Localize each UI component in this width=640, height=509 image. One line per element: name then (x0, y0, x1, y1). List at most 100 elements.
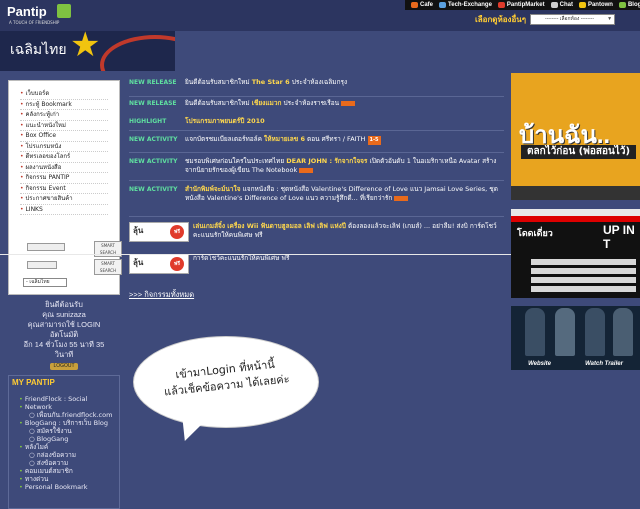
top-link-pantown[interactable]: Pantown (578, 2, 613, 8)
star-icon: ★ (70, 31, 101, 65)
room-title: เฉลิมไทย (10, 41, 67, 57)
ad3-buttons: Website Watch Trailer (511, 361, 640, 367)
logo-tagline: A TOUCH OF FRIENDSHIP (9, 20, 60, 25)
news-highlight: ให้หมายเลข 6 (264, 135, 305, 143)
news-highlight: สำนักพิมพ์จะม์นาใจ (185, 185, 241, 193)
score-badge: 1-5 (367, 136, 381, 145)
movie-ad-banner-1[interactable]: บ้านฉัน.. ตลกไว้ก่อน (พ่อสอนไว้) (511, 73, 640, 200)
promo-free-badge: ฟรี (170, 225, 184, 239)
promo-free-badge: ฟรี (170, 257, 184, 271)
my-pantip-item[interactable]: เพื่อนกัน.friendflock.com (19, 411, 119, 419)
top-link-chat[interactable]: Chat (550, 2, 573, 8)
news-highlight: โปรแกรมภาพยนตร์ปี 2010 (185, 117, 265, 125)
website-button[interactable]: Website (528, 361, 551, 367)
menu-item[interactable]: คลังกระทู้เก่า (20, 110, 108, 121)
news-text[interactable]: ยินดีต้อนรับสมาชิกใหม่ The Star 6 ประจำห… (185, 78, 500, 87)
my-pantip-item[interactable]: FriendFlock : Social (19, 395, 119, 403)
news-highlight: The Star 6 (251, 78, 290, 86)
menu-item[interactable]: กระทู้ Bookmark (20, 100, 108, 110)
divider (129, 130, 504, 131)
menu-item[interactable]: โปรแกรมหนัง (20, 142, 108, 152)
menu-item[interactable]: กิจกรรม Event (20, 184, 108, 194)
logo-text: Pantip (7, 4, 47, 19)
wii-promo-image[interactable]: ลุ้น ฟรี (129, 222, 189, 242)
pantip-logo[interactable]: Pantip A TOUCH OF FRIENDSHIP (4, 2, 74, 28)
menu-item[interactable]: Box Office (20, 131, 108, 142)
menu-item[interactable]: กิจกรรม PANTIP (20, 173, 108, 184)
menu-item[interactable]: LINKS (20, 205, 108, 215)
news-text[interactable]: ยินดีต้อนรับสมาชิกใหม่ เชียงแมวก ประจำห้… (185, 99, 500, 108)
ad3-figure (525, 308, 545, 356)
news-text[interactable]: ชมรอบพิเศษก่อนใครในประเทศไทย DEAR JOHN :… (185, 157, 500, 175)
news-text[interactable]: การ์ดโชว์คะแนนรักให้คนพิเศษ ฟรี (193, 254, 503, 263)
my-pantip-item[interactable]: Network (19, 403, 119, 411)
promo-big: ลุ้น (133, 226, 144, 235)
movie-ad-banner-2[interactable]: โดดเดี่ยว UP IN T (511, 209, 640, 298)
top-link-tech-exchange[interactable]: Tech-Exchange (439, 2, 492, 8)
top-bar: Pantip A TOUCH OF FRIENDSHIP Cafe Tech-Ex… (0, 0, 640, 31)
news-text[interactable]: โปรแกรมภาพยนตร์ปี 2010 (185, 117, 500, 126)
divider (129, 96, 504, 97)
movie-ad-banner-3[interactable]: Website Watch Trailer (511, 306, 640, 370)
news-highlight: เล่นเกมส์จิ๋ง เครื่อง Wii ฟันดาบฮูลมอล เ… (193, 222, 346, 230)
room-banner: ★ เฉลิมไทย (0, 31, 175, 71)
search-input-2[interactable] (27, 261, 57, 269)
login-status: คุณสามารถใช้ LOGIN (27, 320, 101, 329)
login-auto: อัตโนมัติ (49, 330, 79, 339)
my-pantip-item[interactable]: สมัครใช้งาน (19, 427, 119, 435)
menu-item[interactable]: เว็บบอร์ด (20, 89, 108, 100)
news-highlight: เชียงแมวก (251, 99, 282, 107)
room-lang-select[interactable]: - เฉลิมไทย (23, 278, 67, 287)
ad1-subtitle: ตลกไว้ก่อน (พ่อสอนไว้) (521, 145, 636, 159)
room-label: เลือกดูห้องอื่นๆ (475, 14, 527, 24)
menu-item[interactable]: แนะนำหนังใหม่ (20, 121, 108, 131)
cafe-icon (411, 2, 418, 8)
divider (129, 152, 504, 153)
top-link-pantipmarket[interactable]: PantipMarket (497, 2, 545, 8)
watch-trailer-button[interactable]: Watch Trailer (585, 361, 623, 367)
top-links: Cafe Tech-Exchange PantipMarket Chat Pantown… (405, 0, 640, 10)
my-pantip-item[interactable]: ทางด่วน (19, 475, 119, 483)
top-link-bloggang[interactable]: BlogGang (618, 2, 640, 8)
news-text[interactable]: สำนักพิมพ์จะม์นาใจ แจกหนังสือ : ชุดหนังส… (185, 185, 500, 203)
news-text[interactable]: แจกบัตรชมเบียลเตอร์ทอล์ค ให้หมายเลข 6 ตอ… (185, 135, 500, 145)
news-tag: HIGHLIGHT (129, 118, 167, 125)
news-tag: NEW ACTIVITY (129, 186, 178, 193)
my-pantip-item[interactable]: ส่งข้อความ (19, 459, 119, 467)
logout-button[interactable]: LOGOUT (50, 363, 78, 370)
banner-swoosh (100, 35, 175, 71)
top-link-cafe[interactable]: Cafe (411, 2, 433, 8)
wii-promo-image-2[interactable]: ลุ้น ฟรี (129, 254, 189, 274)
all-activities-link[interactable]: >>> กิจกรรมทั้งหมด (129, 289, 194, 301)
room-select[interactable]: -------- เลือกห้อง -------- (530, 13, 616, 25)
promo-big: ลุ้น (133, 258, 144, 267)
new-badge-icon (394, 195, 409, 201)
my-pantip-item[interactable]: กล่องข้อความ (19, 451, 119, 459)
login-info: ยินดีต้อนรับ คุณ sunizaza คุณสามารถใช้ L… (8, 298, 120, 370)
welcome-text: ยินดีต้อนรับ (45, 300, 83, 309)
ad2-redbar (511, 216, 640, 222)
news-text[interactable]: เล่นเกมส์จิ๋ง เครื่อง Wii ฟันดาบฮูลมอล เ… (193, 222, 503, 240)
ad2-thai: โดดเดี่ยว (517, 229, 553, 239)
login-sec: วินาที (54, 350, 74, 359)
side-menu: เว็บบอร์ดกระทู้ Bookmarkคลังกระทู้เก่าแน… (8, 80, 122, 295)
my-pantip-item[interactable]: คอมเมนต์สมาชิก (19, 467, 119, 475)
my-pantip-item[interactable]: BlogGang : บริการเว็บ Blog (19, 419, 119, 427)
menu-item[interactable]: ผลงานหนังสือ (20, 163, 108, 173)
my-pantip-item[interactable]: BlogGang (19, 435, 119, 443)
news-tag: NEW ACTIVITY (129, 158, 178, 165)
ad3-figure (555, 308, 575, 356)
pantown-icon (578, 2, 586, 8)
menu-item[interactable]: ดีทรเลอของโลกร์ (20, 152, 108, 163)
smart-search-button-2[interactable]: SMART SEARCH (94, 259, 122, 275)
menu-item[interactable]: ประกาศขายสินค้า (20, 194, 108, 205)
chat-icon (550, 2, 558, 8)
my-pantip-item[interactable]: Personal Bookmark (19, 483, 119, 491)
ad1-strip (511, 186, 640, 200)
search-input[interactable] (27, 243, 65, 251)
my-pantip-item[interactable]: หลังไมค์ (19, 443, 119, 451)
bloggang-icon (618, 2, 626, 8)
logo-badge-icon (57, 4, 71, 18)
ad2-title: UP IN T (603, 223, 635, 251)
divider (129, 216, 504, 217)
